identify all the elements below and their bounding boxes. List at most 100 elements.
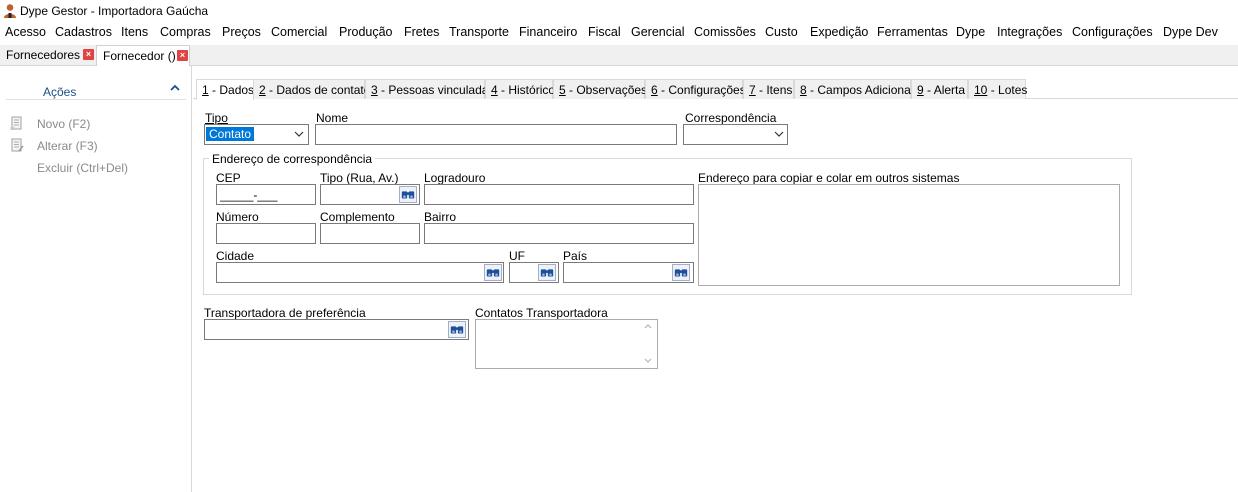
menu-comissoes[interactable]: Comissões — [694, 25, 756, 39]
action-novo[interactable]: Novo (F2) — [10, 116, 180, 132]
close-icon[interactable]: × — [177, 50, 188, 61]
nome-input[interactable] — [315, 124, 677, 145]
tab-lotes[interactable]: 10 - Lotes — [968, 79, 1028, 99]
tab-label: - Campos Adicionais — [806, 83, 920, 97]
action-alterar[interactable]: Alterar (F3) — [10, 138, 180, 154]
cep-input[interactable] — [216, 184, 316, 205]
tab-label: - Alerta — [923, 83, 966, 97]
window-title: Dype Gestor - Importadora Gaúcha — [20, 4, 209, 18]
endereco-copiar-textarea[interactable] — [698, 184, 1120, 286]
cidade-input[interactable] — [216, 262, 504, 283]
binoculars-icon[interactable] — [399, 186, 417, 203]
chevron-down-icon[interactable] — [294, 131, 304, 137]
chevron-up-icon[interactable] — [169, 82, 181, 94]
menu-precos[interactable]: Preços — [222, 25, 261, 39]
tab-label: - Dados — [208, 83, 255, 97]
logradouro-input[interactable] — [424, 184, 694, 205]
tab-label: - Configurações — [657, 83, 746, 97]
menu-bar: Acesso Cadastros Itens Compras Preços Co… — [0, 22, 1238, 44]
logradouro-label: Logradouro — [424, 171, 486, 185]
menu-configuracoes[interactable]: Configurações — [1072, 25, 1153, 39]
tab-number: 3 — [371, 83, 378, 97]
contatos-transportadora-listbox[interactable] — [475, 319, 658, 369]
menu-comercial[interactable]: Comercial — [271, 25, 327, 39]
doc-tab-label: Fornecedor () — [103, 49, 176, 63]
tab-pessoas-vinculadas[interactable]: 3 - Pessoas vinculadas — [365, 79, 494, 99]
menu-itens[interactable]: Itens — [121, 25, 148, 39]
tab-number: 2 — [259, 83, 266, 97]
menu-integracoes[interactable]: Integrações — [997, 25, 1062, 39]
close-icon[interactable]: × — [83, 49, 94, 60]
transportadora-input[interactable] — [204, 319, 469, 340]
tab-itens[interactable]: 7 - Itens — [743, 79, 794, 99]
menu-acesso[interactable]: Acesso — [5, 25, 46, 39]
tab-configuracoes[interactable]: 6 - Configurações — [645, 79, 746, 99]
menu-ferramentas[interactable]: Ferramentas — [877, 25, 948, 39]
nome-label: Nome — [316, 111, 349, 125]
bairro-input[interactable] — [424, 223, 694, 244]
tipo-selected-value: Contato — [206, 127, 255, 141]
doc-tab-fornecedores[interactable]: Fornecedores × — [0, 45, 96, 66]
tab-dados-contato[interactable]: 2 - Dados de contato — [253, 79, 370, 99]
binoculars-icon[interactable] — [448, 321, 466, 338]
menu-transporte[interactable]: Transporte — [449, 25, 509, 39]
menu-fiscal[interactable]: Fiscal — [588, 25, 621, 39]
correspondencia-label: Correspondência — [685, 111, 777, 125]
tipo-rua-label: Tipo (Rua, Av.) — [320, 171, 399, 185]
binoculars-icon[interactable] — [538, 264, 556, 281]
tab-observacoes[interactable]: 5 - Observações — [553, 79, 648, 99]
actions-panel: Ações Novo (F2) Alterar (F3) Excluir (Ct… — [0, 66, 192, 492]
numero-label: Número — [216, 210, 259, 224]
menu-producao[interactable]: Produção — [339, 25, 393, 39]
tab-label: - Observações — [565, 83, 648, 97]
menu-expedicao[interactable]: Expedição — [810, 25, 868, 39]
tab-number: 7 — [749, 83, 756, 97]
action-label: Excluir (Ctrl+Del) — [37, 161, 129, 175]
tab-label: - Lotes — [987, 83, 1028, 97]
tab-number: 8 — [800, 83, 807, 97]
tab-label: - Histórico — [497, 83, 556, 97]
tab-historico[interactable]: 4 - Histórico — [485, 79, 556, 99]
uf-label: UF — [509, 249, 525, 263]
tab-campos-adicionais[interactable]: 8 - Campos Adicionais — [794, 79, 919, 99]
menu-cadastros[interactable]: Cadastros — [55, 25, 112, 39]
transportadora-label: Transportadora de preferência — [204, 306, 366, 320]
doc-tab-label: Fornecedores — [6, 48, 81, 62]
actions-header[interactable]: Ações — [6, 78, 186, 100]
menu-dype-dev[interactable]: Dype Dev — [1163, 25, 1218, 39]
edit-document-icon — [11, 138, 24, 152]
action-label: Alterar (F3) — [37, 139, 98, 153]
menu-fretes[interactable]: Fretes — [404, 25, 439, 39]
menu-custo[interactable]: Custo — [765, 25, 798, 39]
document-tab-strip: Fornecedores × Fornecedor () × — [0, 45, 1238, 67]
menu-dype[interactable]: Dype — [956, 25, 985, 39]
tab-label: - Itens — [755, 83, 793, 97]
tab-alerta[interactable]: 9 - Alerta — [911, 79, 968, 99]
numero-input[interactable] — [216, 223, 316, 244]
correspondencia-select[interactable] — [683, 124, 788, 145]
binoculars-icon[interactable] — [484, 264, 502, 281]
cep-label: CEP — [216, 171, 241, 185]
tab-number: 5 — [559, 83, 566, 97]
binoculars-icon[interactable] — [672, 264, 690, 281]
listbox-scrollbar[interactable] — [643, 322, 653, 366]
contatos-transportadora-label: Contatos Transportadora — [475, 306, 608, 320]
complemento-label: Complemento — [320, 210, 395, 224]
endereco-group-legend: Endereço de correspondência — [209, 152, 376, 166]
tab-dados[interactable]: 1 - Dados — [196, 79, 254, 100]
tab-number: 9 — [917, 83, 924, 97]
menu-financeiro[interactable]: Financeiro — [519, 25, 577, 39]
action-label: Novo (F2) — [37, 117, 91, 131]
chevron-down-icon[interactable] — [774, 131, 784, 137]
doc-tab-fornecedor[interactable]: Fornecedor () × — [96, 45, 190, 67]
menu-compras[interactable]: Compras — [160, 25, 211, 39]
app-person-icon — [4, 4, 16, 18]
pais-label: País — [563, 249, 588, 263]
new-document-icon — [10, 116, 22, 130]
action-excluir[interactable]: Excluir (Ctrl+Del) — [10, 160, 180, 176]
complemento-input[interactable] — [320, 223, 420, 244]
tab-number: 1 — [202, 83, 209, 97]
tipo-label: Tipo — [205, 111, 228, 125]
actions-title: Ações — [43, 85, 77, 99]
menu-gerencial[interactable]: Gerencial — [631, 25, 685, 39]
